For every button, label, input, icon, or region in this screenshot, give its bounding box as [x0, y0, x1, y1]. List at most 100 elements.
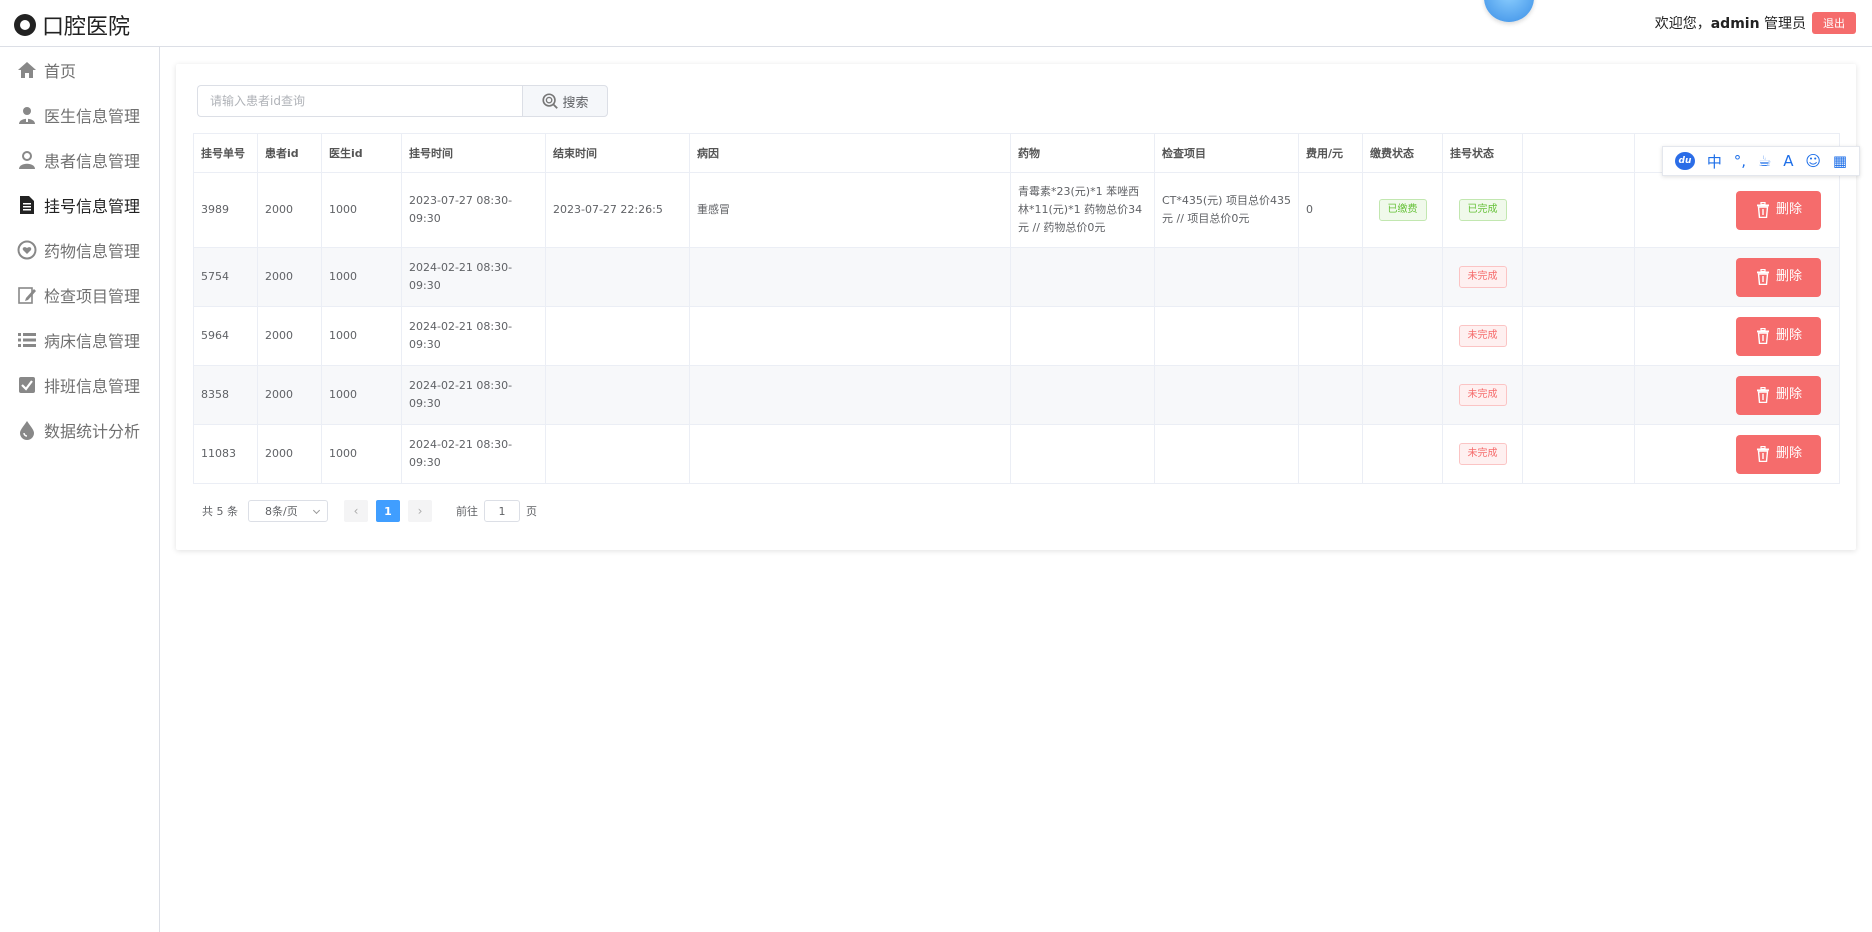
- sidebar-item-schedules[interactable]: 排班信息管理: [0, 362, 159, 407]
- trash-icon: [1756, 387, 1769, 403]
- logout-button[interactable]: 退出: [1812, 12, 1856, 34]
- ime-cup-icon[interactable]: ☕: [1758, 152, 1771, 170]
- cell-actions: 删除: [1634, 172, 1840, 248]
- sidebar-item-label: 药物信息管理: [44, 241, 141, 261]
- column-header: 缴费状态: [1362, 133, 1443, 173]
- table-row: 5964 2000 1000 2024-02-21 08:30-09:30 未完…: [193, 306, 1840, 366]
- reg-status-badge: 未完成: [1458, 266, 1507, 288]
- search-input[interactable]: [197, 85, 522, 117]
- sidebar-item-label: 首页: [44, 61, 77, 81]
- document-icon: [16, 194, 38, 216]
- cell-drugs: [1010, 424, 1155, 484]
- cell-reg-time: 2024-02-21 08:30-09:30: [401, 306, 546, 366]
- cell-actions: 删除: [1634, 424, 1840, 484]
- avatar[interactable]: [1484, 0, 1534, 22]
- cell-empty: [1522, 172, 1635, 248]
- search-button-label: 搜索: [562, 95, 589, 111]
- cell-id: 3989: [193, 172, 258, 248]
- goto-page-input[interactable]: [484, 500, 520, 522]
- delete-button[interactable]: 删除: [1736, 316, 1821, 356]
- ime-logo-icon[interactable]: du: [1674, 152, 1695, 170]
- cell-drugs: 青霉素*23(元)*1 苯唑西林*11(元)*1 药物总价34元 // 药物总价…: [1010, 172, 1155, 248]
- table-row: 11083 2000 1000 2024-02-21 08:30-09:30 未…: [193, 424, 1840, 484]
- column-header: 挂号状态: [1442, 133, 1523, 173]
- ime-grid-icon[interactable]: ▦: [1833, 152, 1847, 170]
- page-size-select[interactable]: 8条/页: [248, 500, 328, 522]
- cell-pay-status: [1362, 424, 1443, 484]
- column-header: 病因: [689, 133, 1011, 173]
- pagination: 共 5 条 8条/页 ‹ 1 › 前往 页: [202, 500, 537, 522]
- ime-emoji-icon[interactable]: ☺: [1805, 152, 1821, 170]
- user-icon: [16, 149, 38, 171]
- sidebar-item-label: 患者信息管理: [44, 151, 141, 171]
- prev-page-button[interactable]: ‹: [344, 500, 368, 522]
- sidebar: 首页 医生信息管理 患者信息管理 挂号信息管理 药物信息管理 检查项目管理 病床…: [0, 47, 160, 932]
- ime-language-toggle[interactable]: 中: [1707, 151, 1722, 172]
- pagination-total: 共 5 条: [202, 505, 238, 518]
- trash-icon: [1756, 328, 1769, 344]
- delete-button[interactable]: 删除: [1736, 434, 1821, 474]
- welcome-text: 欢迎您，admin 管理员: [1655, 13, 1806, 33]
- cell-drugs: [1010, 365, 1155, 425]
- sidebar-item-label: 病床信息管理: [44, 331, 141, 351]
- cell-doctor: 1000: [321, 424, 402, 484]
- edit-icon: [16, 284, 38, 306]
- search-button[interactable]: 搜索: [522, 85, 608, 117]
- cell-empty: [1522, 424, 1635, 484]
- main-card: 搜索 挂号单号 患者id 医生id 挂号时间 结束时间 病因 药物 检查项目: [176, 64, 1856, 550]
- delete-button[interactable]: 删除: [1736, 257, 1821, 297]
- user-role: 管理员: [1764, 16, 1806, 32]
- brand[interactable]: 口腔医院: [14, 9, 130, 41]
- cell-reg-time: 2024-02-21 08:30-09:30: [401, 365, 546, 425]
- cell-fee: 0: [1298, 172, 1363, 248]
- delete-button[interactable]: 删除: [1736, 190, 1821, 230]
- cell-patient: 2000: [257, 247, 322, 307]
- column-header: 结束时间: [545, 133, 690, 173]
- cell-cause: [689, 247, 1011, 307]
- cell-id: 8358: [193, 365, 258, 425]
- sidebar-item-beds[interactable]: 病床信息管理: [0, 317, 159, 362]
- trash-icon: [1756, 446, 1769, 462]
- cell-drugs: [1010, 306, 1155, 366]
- list-icon: [16, 329, 38, 351]
- delete-label: 删除: [1775, 328, 1802, 343]
- sidebar-item-label: 排班信息管理: [44, 376, 141, 396]
- cell-id: 11083: [193, 424, 258, 484]
- sidebar-item-patients[interactable]: 患者信息管理: [0, 137, 159, 182]
- sidebar-item-exams[interactable]: 检查项目管理: [0, 272, 159, 317]
- sidebar-item-statistics[interactable]: 数据统计分析: [0, 407, 159, 452]
- sidebar-item-home[interactable]: 首页: [0, 47, 159, 92]
- cell-end-time: [545, 424, 690, 484]
- reg-status-badge: 未完成: [1458, 325, 1507, 347]
- column-header: 挂号单号: [193, 133, 258, 173]
- cell-fee: [1298, 306, 1363, 366]
- cell-doctor: 1000: [321, 306, 402, 366]
- cell-id: 5754: [193, 247, 258, 307]
- table-row: 3989 2000 1000 2023-07-27 08:30-09:30 20…: [193, 172, 1840, 248]
- ime-font-icon[interactable]: A: [1783, 152, 1793, 170]
- next-page-button[interactable]: ›: [408, 500, 432, 522]
- sidebar-item-doctors[interactable]: 医生信息管理: [0, 92, 159, 137]
- username: admin: [1710, 16, 1760, 32]
- welcome-prefix: 欢迎您，: [1654, 16, 1711, 32]
- sidebar-item-label: 检查项目管理: [44, 286, 141, 306]
- sidebar-item-medicines[interactable]: 药物信息管理: [0, 227, 159, 272]
- cell-reg-time: 2024-02-21 08:30-09:30: [401, 247, 546, 307]
- cell-actions: 删除: [1634, 247, 1840, 307]
- ime-punctuation-icon[interactable]: °,: [1734, 152, 1746, 170]
- cell-cause: 重感冒: [689, 172, 1011, 248]
- page-suffix: 页: [526, 505, 537, 518]
- sidebar-item-registrations[interactable]: 挂号信息管理: [0, 182, 159, 227]
- cell-reg-status: 未完成: [1442, 306, 1523, 366]
- delete-label: 删除: [1775, 387, 1802, 402]
- page-number-current[interactable]: 1: [376, 500, 400, 522]
- column-header: [1522, 133, 1635, 173]
- cell-patient: 2000: [257, 172, 322, 248]
- reg-status-badge: 未完成: [1458, 384, 1507, 406]
- cell-reg-time: 2023-07-27 08:30-09:30: [401, 172, 546, 248]
- cell-pay-status: 已缴费: [1362, 172, 1443, 248]
- cell-reg-status: 未完成: [1442, 365, 1523, 425]
- delete-button[interactable]: 删除: [1736, 375, 1821, 415]
- column-header: 患者id: [257, 133, 322, 173]
- reg-status-badge: 已完成: [1458, 199, 1507, 221]
